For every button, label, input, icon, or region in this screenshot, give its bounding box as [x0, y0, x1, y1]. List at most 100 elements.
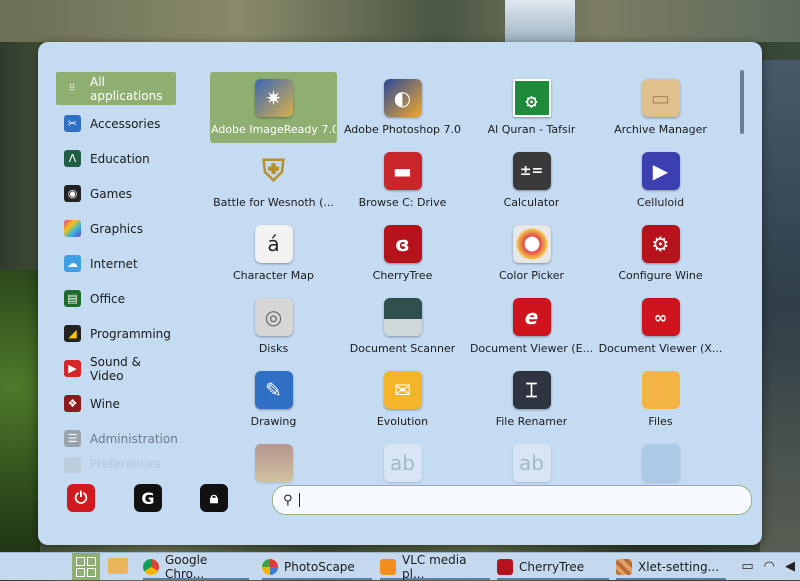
- play-icon: ▶: [64, 360, 81, 377]
- app-document-scanner[interactable]: Document Scanner: [339, 291, 466, 362]
- category-label: Sound & Video: [90, 354, 141, 383]
- app-label: Configure Wine: [618, 269, 703, 282]
- category-label: Preferences: [90, 457, 161, 471]
- task-photoscape[interactable]: PhotoScape: [262, 555, 372, 580]
- text-cursor: [298, 493, 300, 507]
- search-input[interactable]: [305, 492, 730, 508]
- office-icon: ▤: [64, 290, 81, 307]
- app-label: Document Scanner: [349, 342, 456, 355]
- cherry-icon: [497, 558, 513, 575]
- app-files[interactable]: Files: [597, 364, 724, 435]
- app-calculator[interactable]: ±= Calculator: [468, 145, 595, 216]
- app-label: Calculator: [503, 196, 560, 209]
- category-graphics[interactable]: Graphics: [56, 212, 176, 245]
- app-adobe-photoshop[interactable]: ◐ Adobe Photoshop 7.0: [339, 72, 466, 143]
- play-icon: ▶: [641, 152, 680, 190]
- app-file-renamer[interactable]: ⌶ File Renamer: [468, 364, 595, 435]
- menu-button[interactable]: [72, 553, 100, 580]
- task-xlet-settings[interactable]: Xlet-setting...: [616, 555, 726, 580]
- taskbar: Google Chro... PhotoScape VLC media pl..…: [0, 552, 800, 581]
- app-row-partial: ab: [339, 437, 466, 490]
- cloud-icon: ☁: [64, 255, 81, 272]
- volume-icon[interactable]: ◀: [785, 559, 795, 574]
- search-box[interactable]: ⚲: [272, 485, 752, 515]
- cherry-icon: ɞ: [383, 225, 422, 263]
- category-all-applications[interactable]: ⠿ All applications: [56, 72, 176, 105]
- category-accessories[interactable]: ✂ Accessories: [56, 107, 176, 140]
- app-browse-c-drive[interactable]: ▬ Browse C: Drive: [339, 145, 466, 216]
- category-administration[interactable]: ☰ Administration: [56, 422, 178, 455]
- category-list: ⠿ All applications ✂ Accessories Λ Educa…: [56, 72, 178, 475]
- task-google-chrome[interactable]: Google Chro...: [143, 552, 249, 581]
- app-document-viewer-e[interactable]: e Document Viewer (E...: [468, 291, 595, 362]
- shutdown-button[interactable]: ⏻: [67, 484, 95, 512]
- app-label: Document Viewer (X...: [598, 342, 723, 355]
- wallpaper-rocks: [0, 0, 800, 42]
- administration-icon: ☰: [64, 430, 81, 447]
- category-internet[interactable]: ☁ Internet: [56, 247, 176, 280]
- category-label: Office: [90, 291, 126, 306]
- task-vlc[interactable]: VLC media pl...: [380, 552, 490, 581]
- app-al-quran-tafsir[interactable]: ۞ Al Quran - Tafsir: [468, 72, 595, 143]
- app-adobe-imageready[interactable]: ✷ Adobe ImageReady 7.0: [210, 72, 337, 143]
- disk-icon: ◎: [254, 298, 293, 336]
- education-icon: Λ: [64, 150, 81, 167]
- category-games[interactable]: ◉ Games: [56, 177, 176, 210]
- logout-button[interactable]: G: [134, 484, 162, 512]
- app-label: Character Map: [232, 269, 315, 282]
- programming-icon: ◢: [64, 325, 81, 342]
- wallpaper-cliff: [760, 60, 800, 555]
- app-label: File Renamer: [495, 415, 568, 428]
- app-row-partial: ab: [468, 437, 595, 490]
- category-education[interactable]: Λ Education: [56, 142, 176, 175]
- envelope-icon: ✉: [383, 371, 422, 409]
- category-programming[interactable]: ◢ Programming: [56, 317, 176, 350]
- task-cherrytree[interactable]: CherryTree: [497, 555, 609, 580]
- category-sound-video[interactable]: ▶ Sound & Video: [56, 352, 176, 385]
- logout-icon: G: [141, 488, 155, 508]
- app-row-partial: [210, 437, 337, 490]
- app-document-viewer-x[interactable]: ∞ Document Viewer (X...: [597, 291, 724, 362]
- task-label: Google Chro...: [165, 552, 208, 581]
- app-archive-manager[interactable]: ▭ Archive Manager: [597, 72, 724, 143]
- category-label: Education: [90, 151, 150, 166]
- app-battle-for-wesnoth[interactable]: ⛨ Battle for Wesnoth (...: [210, 145, 337, 216]
- category-label: Wine: [90, 396, 120, 411]
- archive-icon: ▭: [641, 79, 680, 117]
- display-icon[interactable]: ▭: [741, 559, 753, 574]
- app-color-picker[interactable]: Color Picker: [468, 218, 595, 289]
- app-label: Adobe ImageReady 7.0: [211, 123, 336, 136]
- app-disks[interactable]: ◎ Disks: [210, 291, 337, 362]
- app-row-partial: [597, 437, 724, 490]
- app-cherrytree[interactable]: ɞ CherryTree: [339, 218, 466, 289]
- category-office[interactable]: ▤ Office: [56, 282, 176, 315]
- task-label: Xlet-setting...: [638, 559, 720, 574]
- app-celluloid[interactable]: ▶ Celluloid: [597, 145, 724, 216]
- calculator-icon: ±=: [512, 152, 551, 190]
- app-label: Files: [648, 415, 673, 428]
- app-configure-wine[interactable]: ⚙ Configure Wine: [597, 218, 724, 289]
- app-label: Celluloid: [636, 196, 685, 209]
- lock-screen-button[interactable]: 🔒︎: [200, 484, 228, 512]
- grid-icon: ⠿: [68, 83, 77, 94]
- wallpaper-waterfall: [505, 0, 575, 42]
- category-wine[interactable]: ❖ Wine: [56, 387, 176, 420]
- imageready-icon: ✷: [254, 79, 293, 117]
- app-drawing[interactable]: ✎ Drawing: [210, 364, 337, 435]
- task-label: VLC media pl...: [402, 552, 467, 581]
- task-label: CherryTree: [519, 559, 585, 574]
- wifi-icon[interactable]: ◠: [764, 559, 775, 574]
- app-evolution[interactable]: ✉ Evolution: [339, 364, 466, 435]
- scissors-icon: ✂: [64, 115, 81, 132]
- application-menu: ⠿ All applications ✂ Accessories Λ Educa…: [38, 42, 762, 545]
- app-label: Archive Manager: [614, 123, 707, 136]
- vlc-icon: [380, 558, 396, 575]
- task-label: PhotoScape: [284, 559, 355, 574]
- app-grid-scrollbar[interactable]: [740, 70, 744, 134]
- app-character-map[interactable]: á Character Map: [210, 218, 337, 289]
- app-label: Browse C: Drive: [358, 196, 447, 209]
- folder-icon[interactable]: [108, 558, 128, 574]
- category-preferences[interactable]: Preferences: [56, 457, 176, 473]
- search-icon: ⚲: [283, 492, 293, 508]
- gear-icon: ⚙: [641, 225, 680, 263]
